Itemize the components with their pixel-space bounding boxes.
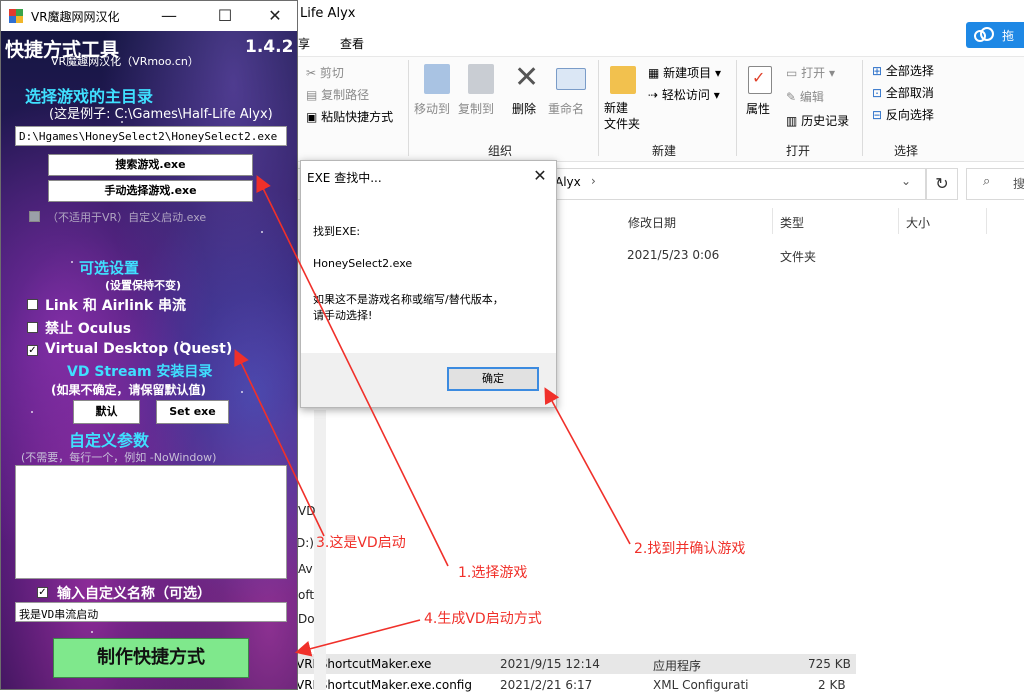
annotation-confirm-game: 2.找到并确认游戏 [634,541,746,557]
arrow-confirm-game [544,387,631,545]
annotation-arrows [234,175,631,657]
annotation-select-game: 1.选择游戏 [458,565,528,581]
arrow-make-shortcut [294,619,421,657]
arrow-select-game [256,175,449,567]
annotation-make-shortcut: 4.生成VD启动方式 [424,611,542,627]
annotation-vd-launch: 3.这是VD启动 [316,535,406,551]
arrow-vd-launch [234,349,325,537]
